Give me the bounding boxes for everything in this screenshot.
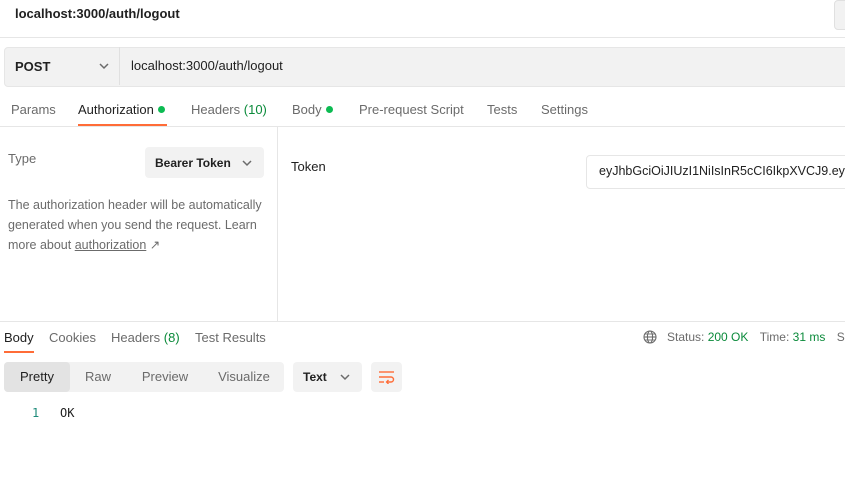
tab-label: Settings bbox=[541, 102, 588, 117]
title-bar-control[interactable] bbox=[834, 0, 845, 30]
tab-label: Authorization bbox=[78, 102, 154, 117]
view-mode-group: Pretty Raw Preview Visualize bbox=[4, 362, 284, 392]
response-body-text[interactable]: OK bbox=[60, 406, 74, 420]
format-select[interactable]: Text bbox=[293, 362, 362, 392]
divider bbox=[0, 126, 845, 127]
response-tab-headers[interactable]: Headers (8) bbox=[111, 330, 180, 345]
status-value[interactable]: 200 OK bbox=[708, 330, 749, 344]
tab-label: Test Results bbox=[195, 330, 266, 345]
time-label: Time: bbox=[759, 330, 790, 344]
panel-divider bbox=[277, 127, 278, 321]
request-title[interactable]: localhost:3000/auth/logout bbox=[15, 6, 180, 21]
wrap-lines-icon bbox=[379, 371, 395, 384]
chevron-down-icon bbox=[340, 374, 350, 381]
time-value[interactable]: 31 ms bbox=[793, 330, 826, 344]
tab-body[interactable]: Body bbox=[292, 102, 333, 117]
tab-settings[interactable]: Settings bbox=[541, 102, 588, 117]
authorization-docs-link[interactable]: authorization bbox=[75, 238, 147, 252]
auth-type-label: Type bbox=[8, 151, 37, 166]
auth-type-value: Bearer Token bbox=[155, 156, 231, 170]
tab-label: Cookies bbox=[49, 330, 96, 345]
view-pretty-button[interactable]: Pretty bbox=[4, 362, 70, 392]
chevron-down-icon bbox=[242, 160, 252, 167]
tab-tests[interactable]: Tests bbox=[487, 102, 517, 117]
token-value: eyJhbGciOiJIUzI1NiIsInR5cCI6IkpXVCJ9.eyJ bbox=[599, 164, 845, 178]
active-tab-indicator bbox=[4, 351, 34, 353]
chevron-down-icon bbox=[99, 63, 109, 70]
tab-label: Headers bbox=[191, 102, 241, 117]
status-dot bbox=[157, 106, 165, 113]
token-input[interactable]: eyJhbGciOiJIUzI1NiIsInR5cCI6IkpXVCJ9.eyJ bbox=[586, 155, 845, 189]
format-value: Text bbox=[303, 370, 327, 384]
tab-label: Pre-request Script bbox=[359, 102, 464, 117]
method-select[interactable]: POST bbox=[4, 47, 120, 85]
auth-help-text: The authorization header will be automat… bbox=[8, 195, 268, 255]
response-tab-test-results[interactable]: Test Results bbox=[195, 330, 266, 345]
tab-label: Params bbox=[11, 102, 56, 117]
status-label: Status: bbox=[667, 330, 705, 344]
tab-count: (10) bbox=[243, 102, 267, 117]
globe-icon[interactable] bbox=[643, 330, 657, 344]
response-tab-cookies[interactable]: Cookies bbox=[49, 330, 96, 345]
status-dot bbox=[325, 106, 333, 113]
view-raw-button[interactable]: Raw bbox=[72, 362, 124, 392]
divider bbox=[0, 321, 845, 322]
response-meta: Status: 200 OK Time: 31 ms S bbox=[643, 330, 845, 344]
method-label: POST bbox=[15, 59, 51, 74]
tab-pre-request-script[interactable]: Pre-request Script bbox=[359, 102, 464, 117]
view-preview-button[interactable]: Preview bbox=[130, 362, 200, 392]
size-label: S bbox=[836, 330, 845, 344]
response-tab-body[interactable]: Body bbox=[4, 330, 34, 345]
tab-headers[interactable]: Headers (10) bbox=[191, 102, 267, 117]
url-input[interactable]: localhost:3000/auth/logout bbox=[131, 58, 283, 73]
tab-label: Body bbox=[4, 330, 34, 345]
external-link-icon: ↗ bbox=[149, 238, 161, 252]
tab-label: Tests bbox=[487, 102, 518, 117]
tab-authorization[interactable]: Authorization bbox=[78, 102, 165, 117]
wrap-lines-button[interactable] bbox=[371, 362, 402, 392]
tab-label: Body bbox=[292, 102, 322, 117]
line-number: 1 bbox=[32, 406, 40, 420]
token-label: Token bbox=[291, 159, 326, 174]
auth-type-select[interactable]: Bearer Token bbox=[145, 147, 264, 178]
tab-count: (8) bbox=[163, 330, 180, 345]
view-visualize-button[interactable]: Visualize bbox=[208, 362, 280, 392]
tab-label: Headers bbox=[111, 330, 161, 345]
tab-params[interactable]: Params bbox=[11, 102, 56, 117]
